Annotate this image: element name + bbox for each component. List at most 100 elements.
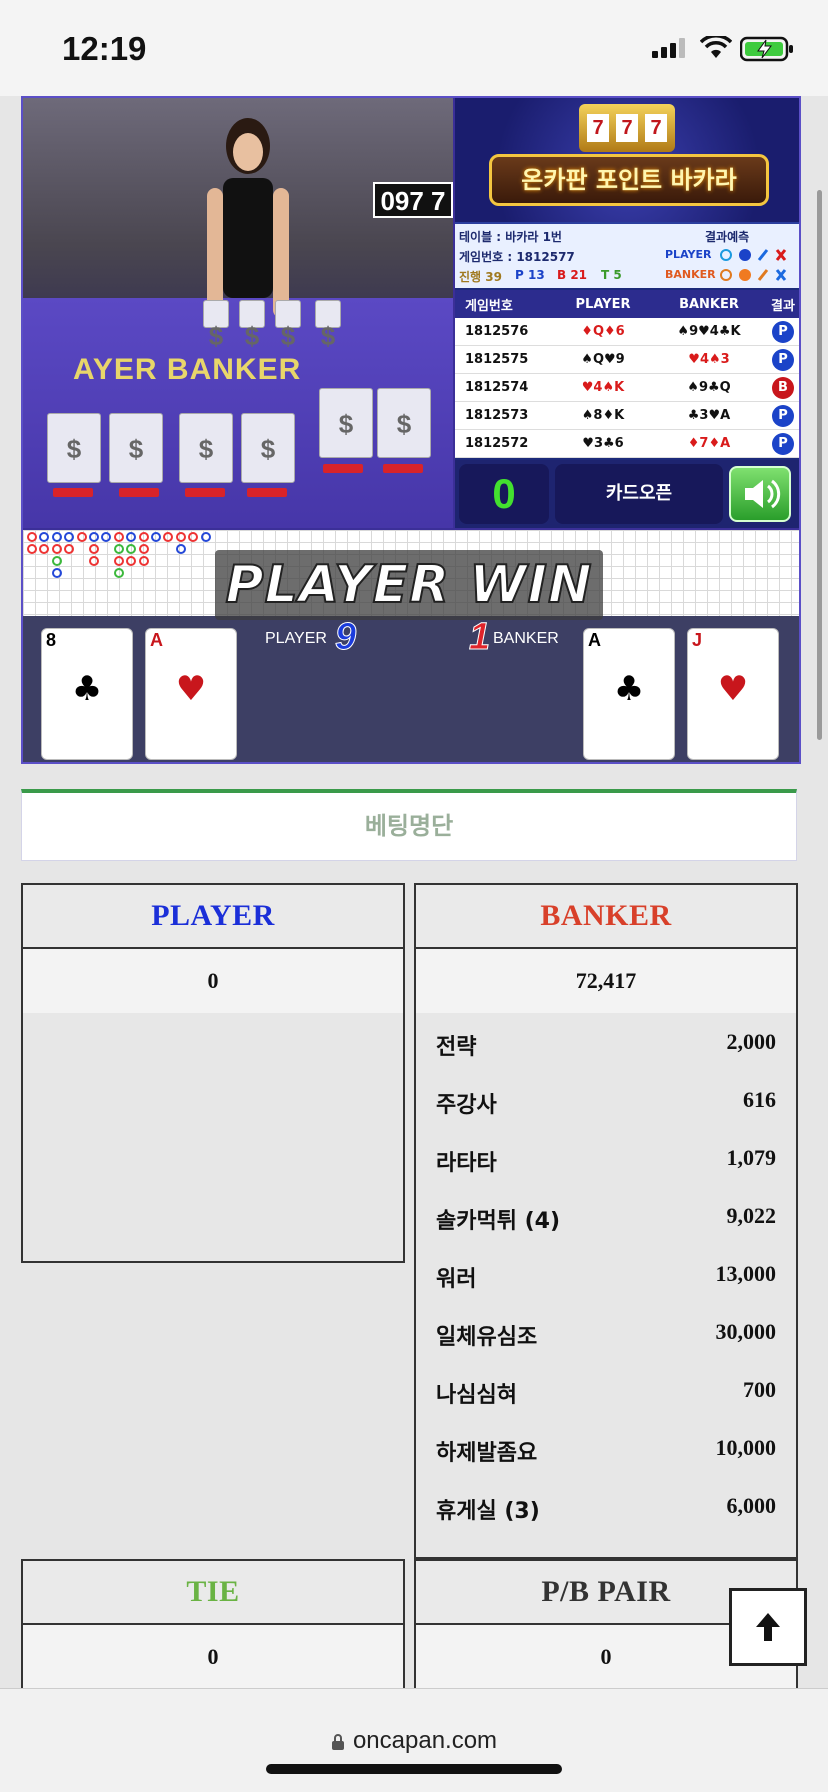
banner-title: 온카판 포인트 바카라 [521,166,737,194]
result-badge: P [772,404,794,427]
road-dot [51,556,62,566]
banker-score: 1 [468,616,491,659]
road-dot [76,532,87,542]
live-video: 097 7 AYER BANKER [23,98,453,528]
road-dot [113,568,124,578]
road-dot [175,544,186,554]
list-item: 솔카먹튀 (4) 9,022 [436,1203,776,1234]
player-box-total: 0 [23,949,403,1013]
banker-box-title: BANKER [416,885,796,949]
predict-banker-label: BANKER [665,268,716,281]
banker-box-total: 72,417 [416,949,796,1013]
road-dot [113,532,124,542]
list-item: 워러 13,000 [436,1261,776,1292]
banker-score-label: BANKER [493,630,559,647]
road-dot [89,532,99,542]
browser-url: oncapan.com [352,1727,498,1754]
site-banner: 7 7 7 온카판 포인트 바카라 [455,98,799,222]
status-time: 12:19 [62,30,147,67]
list-item: 주강사 616 [436,1087,776,1118]
hearts-suit-icon: ♥ [175,669,207,709]
history-header: 게임번호 PLAYER BANKER 결과 [455,290,799,318]
list-item: 전략 2,000 [436,1029,776,1060]
table-row: 1812572 ♥3♣6 ♦7♦A P [455,430,799,458]
road-dot [113,544,124,554]
table-row: 1812575 ♠Q♥9 ♥4♠3 P [455,346,799,374]
banker-card-2: J ♥ [687,628,779,760]
table-name: 테이블 : 바카라 1번 [459,230,562,244]
result-badge: P [772,348,794,371]
tie-box-total: 0 [23,1625,403,1689]
predict-player-label: PLAYER [665,248,712,261]
browser-address-bar[interactable]: oncapan.com [0,1688,828,1792]
road-dot [27,532,37,542]
scrollbar[interactable] [817,190,822,740]
predict-label: 결과예측 [705,230,750,244]
game-number: 게임번호 : 1812577 [459,250,575,264]
player-score-label: PLAYER [265,630,327,647]
result-badge: P [772,432,794,455]
list-item: 하제발좀요 10,000 [436,1435,776,1466]
player-bet-box: PLAYER 0 [21,883,405,1263]
banker-bet-box: BANKER 72,417 전략 2,000 주강사 616 라타타 1,079 솔카… [414,883,798,1559]
table-row: 1812576 ♦Q♦6 ♠9♥4♣K P [455,318,799,346]
speaker-icon [745,479,781,509]
history-table: 게임번호 PLAYER BANKER 결과 1812576 ♦Q♦6 ♠9♥4♣… [455,290,799,458]
road-dot [200,532,211,542]
result-badge: B [772,376,794,399]
countdown-display: 0 [459,464,549,524]
progress-count: 진행 39 [459,270,502,284]
list-item: 일체유심조 30,000 [436,1319,776,1350]
card-result-area: 8 ♣ A ♥ PLAYER 9 1 BANKER A ♣ J ♥ [23,616,799,762]
list-item: 나심심혀 700 [436,1377,776,1408]
clubs-suit-icon: ♣ [71,669,103,709]
table-row: 1812573 ♠8♦K ♣3♥A P [455,402,799,430]
cellular-signal-icon [652,38,685,58]
road-dot [138,556,149,566]
control-bar: 0 카드오픈 [455,460,799,528]
wifi-icon [700,36,732,58]
hearts-suit-icon: ♥ [717,669,749,709]
banner-logo: 온카판 포인트 바카라 [489,154,769,206]
road-dot [51,544,62,554]
result-badge: P [772,320,794,343]
road-dot [89,544,99,554]
road-dot [89,556,99,566]
clubs-suit-icon: ♣ [613,669,645,709]
tie-box-title: TIE [23,1561,403,1625]
tie-bet-box: TIE 0 [21,1559,405,1699]
list-item: 라타타 1,079 [436,1145,776,1176]
banker-count: B 21 [557,268,588,282]
road-dot [151,532,161,542]
player-card-1: 8 ♣ [41,628,133,760]
arrow-up-icon [756,1613,780,1641]
video-overlay-code: 097 7 [373,182,453,218]
baccarat-game-panel: 097 7 AYER BANKER 7 7 7 온카판 포인트 바카라 [21,96,801,764]
game-info-panel: 7 7 7 온카판 포인트 바카라 테이블 : 바카라 1번 게임번호 : 18… [455,98,799,528]
list-item: 휴게실 (3) 6,000 [436,1493,776,1524]
road-dot [27,544,37,554]
road-dot [51,532,62,542]
sound-toggle-button[interactable] [729,466,791,522]
battery-charging-icon [740,36,793,62]
player-box-title: PLAYER [23,885,403,949]
predict-buttons[interactable] [719,248,799,284]
home-indicator[interactable] [266,1764,562,1774]
tie-count: T 5 [601,268,622,282]
player-count: P 13 [515,268,545,282]
banker-card-1: A ♣ [583,628,675,760]
scroll-to-top-button[interactable] [729,1588,807,1666]
lock-icon [331,1733,344,1750]
result-banner: PLAYER WIN [215,550,603,620]
road-dot [113,556,124,566]
slot-machine-icon: 7 7 7 [579,104,675,152]
table-row: 1812574 ♥4♠K ♠9♣Q B [455,374,799,402]
felt-player-banker-label: AYER BANKER [73,353,302,386]
road-dot [138,532,149,542]
road-dot [175,532,186,542]
road-dot [138,544,149,554]
status-bar: 12:19 [0,0,828,96]
card-open-button[interactable]: 카드오픈 [555,464,723,524]
table-info: 테이블 : 바카라 1번 게임번호 : 1812577 진행 39 P 13 B… [455,222,799,288]
road-dot [51,568,62,578]
